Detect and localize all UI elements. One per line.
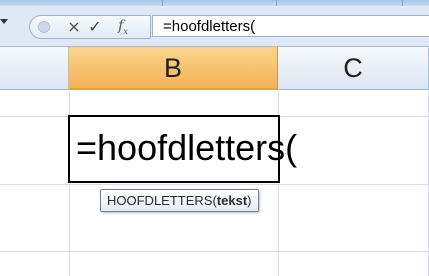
function-close-paren: )	[247, 193, 252, 208]
formula-text: =hoofdletters(	[163, 18, 256, 35]
grid-line	[0, 184, 429, 185]
cell-content: =hoofdletters(	[76, 127, 298, 168]
formula-bar-controls: × ✓ fx	[29, 15, 151, 39]
grid-line	[0, 251, 429, 252]
resize-grip-icon[interactable]	[38, 21, 50, 33]
column-header-a[interactable]	[0, 47, 69, 90]
name-box-dropdown-icon[interactable]	[0, 19, 8, 24]
formula-input[interactable]: =hoofdletters(	[152, 15, 429, 37]
function-argument[interactable]: tekst	[217, 193, 247, 208]
function-name: HOOFDLETTERS(	[107, 193, 217, 208]
cancel-icon[interactable]: ×	[66, 16, 82, 38]
function-tooltip: HOOFDLETTERS(tekst)	[100, 189, 259, 212]
spreadsheet-grid[interactable]: B C =hoofdletters( HOOFDLETTERS(tekst)	[0, 47, 429, 276]
column-header-b[interactable]: B	[69, 47, 278, 90]
enter-check-icon[interactable]: ✓	[86, 16, 104, 38]
formula-bar: × ✓ fx =hoofdletters(	[0, 6, 429, 47]
column-header-c[interactable]: C	[278, 47, 429, 90]
insert-function-icon[interactable]: fx	[113, 16, 133, 38]
